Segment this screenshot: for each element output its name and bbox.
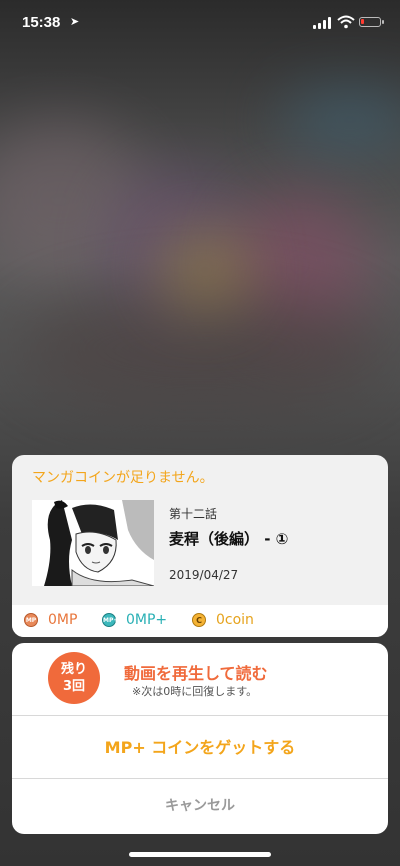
- action-sheet: 残り 3回 動画を再生して読む ※次は0時に回復します。 MP+ コインをゲット…: [12, 643, 388, 834]
- remaining-count: 3回: [62, 679, 86, 694]
- coin-balance: C 0coin: [192, 612, 254, 628]
- wifi-icon: [337, 15, 355, 29]
- episode-thumbnail: [32, 500, 154, 586]
- battery-icon: [359, 17, 384, 27]
- episode-number: 第十二話: [169, 507, 218, 521]
- balance-bar: MP 0MP MP+ 0MP+ C 0coin: [12, 605, 388, 637]
- insufficient-coins-dialog: マンガコインが足りません。 第十二話 麦稈（後編） - ① 2019/04/27…: [12, 455, 388, 637]
- episode-title: 麦稈（後編） - ①: [169, 530, 289, 548]
- status-bar: 15:38 ➤: [0, 0, 400, 44]
- remaining-label: 残り: [60, 662, 87, 677]
- mp-plus-coin-icon: MP+: [102, 613, 118, 627]
- mp-balance-value: 0MP: [48, 612, 78, 628]
- location-arrow-icon: ➤: [70, 15, 80, 28]
- cancel-button[interactable]: キャンセル: [12, 779, 388, 834]
- home-indicator[interactable]: [129, 852, 271, 857]
- recovery-note: ※次は0時に回復します。: [132, 685, 258, 698]
- remaining-count-badge: 残り 3回: [48, 652, 100, 704]
- cellular-signal-icon: [313, 17, 331, 29]
- mp-plus-balance: MP+ 0MP+: [102, 612, 167, 628]
- coin-balance-value: 0coin: [216, 612, 254, 628]
- get-mp-plus-coin-button[interactable]: MP+ コインをゲットする: [12, 716, 388, 779]
- coin-icon: C: [192, 613, 206, 627]
- play-video-button[interactable]: 残り 3回 動画を再生して読む ※次は0時に回復します。: [12, 643, 388, 716]
- dialog-alert-text: マンガコインが足りません。: [32, 470, 214, 486]
- status-time: 15:38: [22, 14, 61, 31]
- mp-plus-balance-value: 0MP+: [126, 612, 168, 628]
- mp-balance: MP 0MP: [24, 612, 77, 628]
- episode-date: 2019/04/27: [169, 568, 239, 582]
- mp-coin-icon: MP: [24, 613, 38, 627]
- play-video-label: 動画を再生して読む: [124, 664, 268, 683]
